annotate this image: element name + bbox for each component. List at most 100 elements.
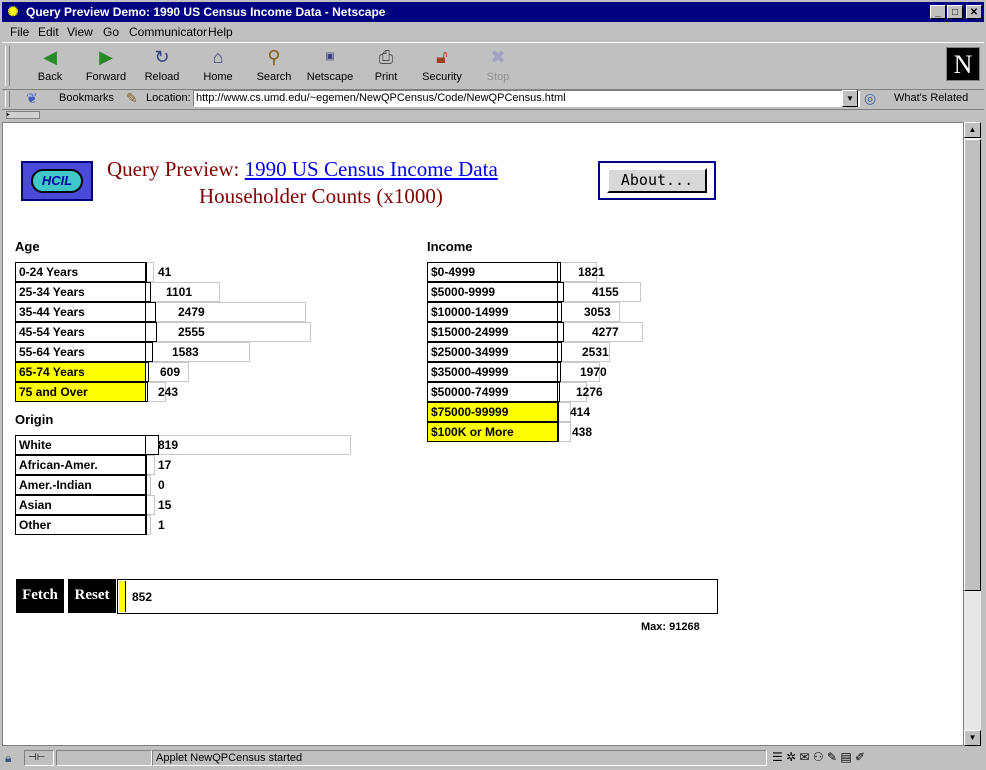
age-row-value: 2555 [178, 325, 205, 339]
origin-row-label[interactable]: White [15, 435, 146, 455]
income-row-label[interactable]: $15000-24999 [427, 322, 558, 342]
reload-button[interactable]: ↻ Reload [136, 46, 188, 88]
scroll-thumb[interactable] [964, 139, 981, 591]
income-row-label[interactable]: $100K or More [427, 422, 558, 442]
back-label: Back [37, 71, 63, 83]
minimize-button[interactable]: _ [930, 5, 946, 19]
origin-row-value: 0 [158, 478, 165, 492]
age-result-fill [145, 342, 153, 362]
origin-row-value: 17 [158, 458, 172, 472]
netscape-label: Netscape [306, 71, 354, 83]
age-row-label[interactable]: 45-54 Years [15, 322, 146, 342]
component-bar-icons[interactable]: ☰ ✲ ✉ ⚇ ✎ ▤ ✐ [772, 750, 865, 764]
reset-button[interactable]: Reset [68, 579, 116, 613]
income-row-label[interactable]: $0-4999 [427, 262, 558, 282]
income-count-bar [557, 422, 571, 442]
age-row-label[interactable]: 0-24 Years [15, 262, 146, 282]
result-count-bar: 852 [117, 579, 718, 614]
whats-related-icon[interactable]: ◎ [864, 90, 876, 107]
netscape-logo[interactable]: N [946, 47, 980, 81]
income-row-label[interactable]: $25000-34999 [427, 342, 558, 362]
age-row-value: 609 [160, 365, 181, 379]
result-count-value: 852 [132, 590, 153, 604]
about-button[interactable]: About... [607, 168, 707, 193]
close-button[interactable]: ✕ [966, 5, 982, 19]
income-row-label[interactable]: $50000-74999 [427, 382, 558, 402]
menu-bar: File Edit View Go Communicator Help [2, 23, 984, 41]
page-title: Query Preview: 1990 US Census Income Dat… [107, 157, 498, 182]
age-row-label[interactable]: 65-74 Years [15, 362, 146, 382]
security-button[interactable]: 🔓︎ Security [416, 46, 468, 88]
menu-communicator[interactable]: Communicator [129, 25, 207, 39]
collapse-tab-icon[interactable]: ▸ [6, 111, 40, 119]
url-dropdown-icon[interactable]: ▼ [842, 90, 858, 107]
netscape-button[interactable]: ▣ Netscape [304, 46, 356, 88]
hcil-logo: HCIL [21, 161, 93, 201]
income-row-value: 4277 [592, 325, 619, 339]
menu-edit[interactable]: Edit [38, 25, 59, 39]
census-data-link[interactable]: 1990 US Census Income Data [245, 157, 498, 181]
menu-go[interactable]: Go [103, 25, 119, 39]
income-row-label[interactable]: $35000-49999 [427, 362, 558, 382]
location-grip[interactable] [5, 91, 10, 107]
income-row-label[interactable]: $75000-99999 [427, 402, 558, 422]
age-result-fill [145, 322, 157, 342]
navigation-toolbar: ◀ Back ▶ Forward ↻ Reload ⌂ Home ⚲ Searc… [2, 42, 984, 90]
income-row-value: 1276 [576, 385, 603, 399]
income-row-value: 3053 [584, 305, 611, 319]
age-row-value: 1583 [172, 345, 199, 359]
maximize-button[interactable]: □ [947, 5, 963, 19]
location-icon[interactable]: ✎ [126, 90, 138, 107]
income-row-label[interactable]: $10000-14999 [427, 302, 558, 322]
back-button[interactable]: ◀ Back [24, 46, 76, 88]
income-row-label[interactable]: $5000-9999 [427, 282, 558, 302]
home-button[interactable]: ⌂ Home [192, 46, 244, 88]
origin-row-label[interactable]: Asian [15, 495, 146, 515]
menu-file[interactable]: File [10, 25, 29, 39]
scroll-down-icon[interactable]: ▼ [964, 730, 981, 746]
forward-button[interactable]: ▶ Forward [80, 46, 132, 88]
window-titlebar[interactable]: ✺ Query Preview Demo: 1990 US Census Inc… [2, 2, 984, 22]
forward-arrow-icon: ▶ [99, 47, 113, 67]
age-heading: Age [15, 239, 40, 254]
print-button[interactable]: ⎙ Print [360, 46, 412, 88]
income-row-value: 2531 [582, 345, 609, 359]
search-icon: ⚲ [267, 47, 281, 67]
personal-toolbar-tab[interactable]: ▸ [2, 111, 984, 121]
search-label: Search [256, 71, 292, 83]
page-title-prefix: Query Preview: [107, 157, 240, 181]
age-row-label[interactable]: 25-34 Years [15, 282, 146, 302]
whats-related-button[interactable]: What's Related [894, 92, 968, 104]
age-result-fill [145, 302, 156, 322]
security-label: Security [422, 71, 462, 83]
age-row-label[interactable]: 75 and Over [15, 382, 146, 402]
toolbar-grip[interactable] [5, 46, 10, 86]
search-button[interactable]: ⚲ Search [248, 46, 300, 88]
bookmarks-icon[interactable]: ❦ [26, 90, 38, 107]
status-bar: 🔒︎ ⊣⊢ Applet NewQPCensus started ☰ ✲ ✉ ⚇… [2, 748, 984, 768]
security-status-icon[interactable]: 🔒︎ [5, 751, 11, 766]
age-row-label[interactable]: 55-64 Years [15, 342, 146, 362]
stop-button[interactable]: ✖ Stop [472, 46, 524, 88]
age-row-value: 2479 [178, 305, 205, 319]
origin-row-label[interactable]: African-Amer. [15, 455, 146, 475]
origin-row-value: 819 [158, 438, 179, 452]
menu-help[interactable]: Help [208, 25, 233, 39]
origin-row-value: 15 [158, 498, 172, 512]
bookmarks-button[interactable]: Bookmarks [59, 92, 114, 104]
url-input[interactable]: http://www.cs.umd.edu/~egemen/NewQPCensu… [193, 90, 860, 107]
scroll-up-icon[interactable]: ▲ [964, 122, 981, 138]
vertical-scrollbar[interactable]: ▲ ▼ [964, 122, 981, 746]
fetch-button[interactable]: Fetch [16, 579, 64, 613]
netscape-app-icon: ✺ [7, 4, 19, 19]
origin-heading: Origin [15, 412, 54, 427]
income-heading: Income [427, 239, 473, 254]
origin-row-label[interactable]: Amer.-Indian [15, 475, 146, 495]
back-arrow-icon: ◀ [43, 47, 57, 67]
lock-icon: 🔓︎ [436, 47, 448, 67]
menu-view[interactable]: View [67, 25, 93, 39]
income-row-value: 438 [572, 425, 593, 439]
reload-label: Reload [144, 71, 180, 83]
age-row-label[interactable]: 35-44 Years [15, 302, 146, 322]
origin-row-label[interactable]: Other [15, 515, 146, 535]
